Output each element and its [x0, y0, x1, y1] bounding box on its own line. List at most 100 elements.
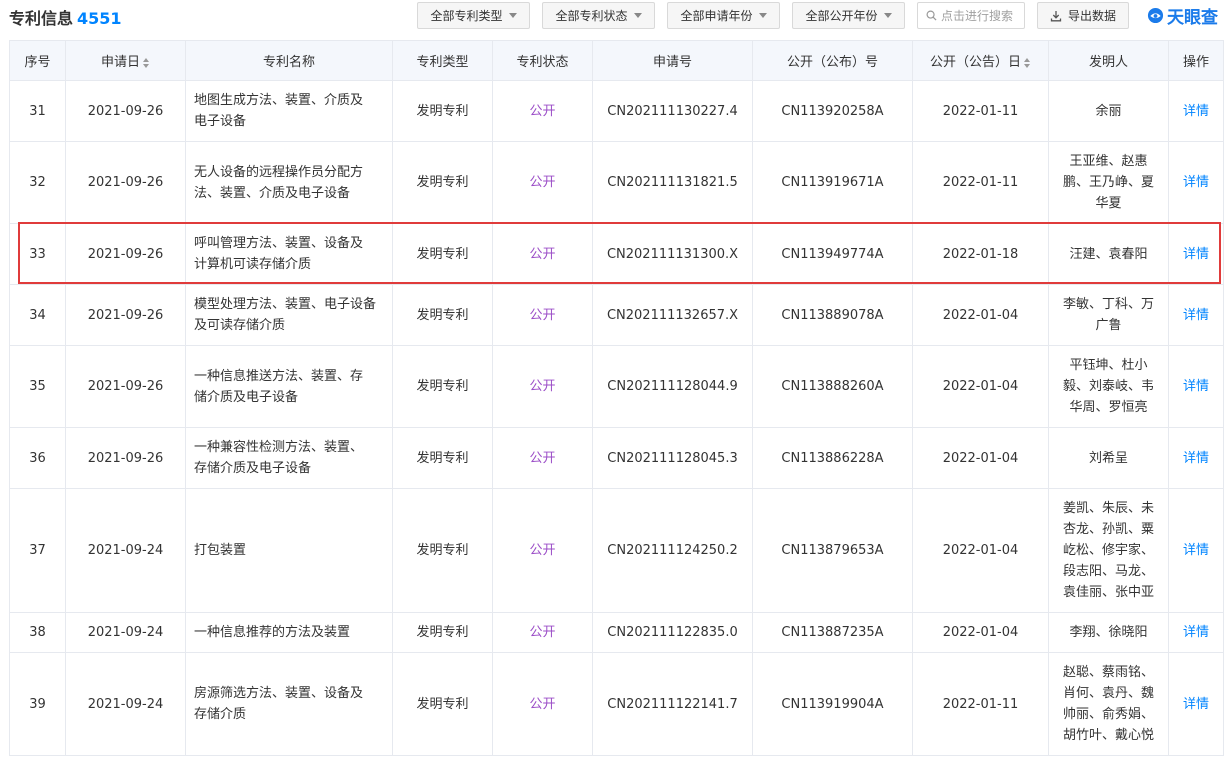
inventors: 赵聪、蔡雨铭、 肖何、袁丹、魏 帅丽、俞秀娟、 胡竹叶、戴心悦 [1048, 652, 1169, 756]
search-icon [926, 10, 937, 21]
sort-icon[interactable] [143, 57, 150, 68]
publication-number: CN113879653A [752, 488, 913, 613]
details-link[interactable]: 详情 [1168, 284, 1224, 346]
logo-text: 天眼查 [1167, 8, 1218, 28]
application-number: CN202111122835.0 [592, 612, 753, 653]
patent-status: 公开 [492, 223, 593, 285]
inventors-line: 段志阳、马龙、 [1062, 564, 1154, 579]
inventors: 李敏、丁科、万 广鲁 [1048, 284, 1169, 346]
patent-status: 公开 [492, 612, 593, 653]
column-header-status: 专利状态 [492, 40, 593, 81]
application-date: 2021-09-26 [65, 427, 186, 489]
patent-type-dropdown-label: 全部专利类型 [430, 9, 503, 23]
patent-table-container: 序号 申请日 专利名称 专利类型 专利状态 申请号 公开（公布）号 公开（公告）… [9, 40, 1224, 756]
application-date: 2021-09-24 [65, 612, 186, 653]
download-icon [1050, 10, 1062, 21]
patent-name-line: 存储介质 [194, 707, 247, 722]
patent-name: 地图生成方法、装置、介质及 电子设备 [185, 80, 393, 142]
patent-type: 发明专利 [392, 488, 493, 613]
publication-year-dropdown[interactable]: 全部公开年份 [792, 2, 905, 29]
application-date: 2021-09-24 [65, 652, 186, 756]
patent-name-line: 呼叫管理方法、装置、设备及 [194, 236, 364, 251]
column-header-date[interactable]: 申请日 [65, 40, 186, 81]
patent-name-line: 打包装置 [194, 543, 247, 558]
column-header-app-no: 申请号 [592, 40, 753, 81]
details-link[interactable]: 详情 [1168, 427, 1224, 489]
export-button[interactable]: 导出数据 [1037, 2, 1129, 29]
patent-name: 一种信息推送方法、装置、存 储介质及电子设备 [185, 345, 393, 428]
details-link[interactable]: 详情 [1168, 80, 1224, 142]
sort-icon[interactable] [1024, 57, 1031, 68]
row-number: 39 [9, 652, 66, 756]
details-link[interactable]: 详情 [1168, 141, 1224, 224]
patent-type: 发明专利 [392, 652, 493, 756]
application-date: 2021-09-26 [65, 141, 186, 224]
publication-date: 2022-01-04 [912, 427, 1049, 489]
logo[interactable]: 天眼查 [1147, 3, 1218, 28]
table-row: 39 2021-09-24 房源筛选方法、装置、设备及 存储介质 发明专利 公开 CN202… [9, 652, 1224, 756]
inventors-line: 华夏 [1095, 196, 1122, 211]
inventors-line: 杏龙、孙凯、粟 [1062, 522, 1154, 537]
patent-name-line: 法、装置、介质及电子设备 [194, 185, 351, 201]
patent-type-dropdown[interactable]: 全部专利类型 [417, 2, 530, 29]
patent-name-line: 地图生成方法、装置、介质及 [194, 93, 364, 108]
details-link[interactable]: 详情 [1168, 345, 1224, 428]
patent-status-dropdown[interactable]: 全部专利状态 [542, 2, 655, 29]
inventors-line: 肖何、袁丹、魏 [1062, 686, 1154, 701]
inventors-line: 袁佳丽、张中亚 [1062, 585, 1154, 600]
application-number: CN202111122141.7 [592, 652, 753, 756]
inventors-line: 毅、刘泰岐、韦 [1062, 379, 1154, 394]
row-number: 35 [9, 345, 66, 428]
publication-number: CN113919671A [752, 141, 913, 224]
patent-name-line: 计算机可读存储介质 [194, 257, 312, 272]
application-number: CN202111131300.X [592, 223, 753, 285]
caret-down-icon [883, 13, 892, 18]
table-row: 38 2021-09-24 一种信息推荐的方法及装置 发明专利 公开 CN20211112… [9, 612, 1224, 653]
row-number: 37 [9, 488, 66, 613]
patent-name-line: 储介质及电子设备 [194, 389, 299, 405]
publication-year-dropdown-label: 全部公开年份 [805, 9, 878, 23]
filter-bar: 全部专利类型 全部专利状态 全部申请年份 全部公开年份 点击进行搜索 导出数据 [0, 2, 1231, 32]
details-link[interactable]: 详情 [1168, 223, 1224, 285]
inventors-line: 广鲁 [1095, 318, 1122, 333]
inventors-line: 刘希呈 [1088, 450, 1128, 466]
publication-date: 2022-01-11 [912, 141, 1049, 224]
inventors: 余丽 [1048, 80, 1169, 142]
application-date: 2021-09-26 [65, 223, 186, 285]
patent-status: 公开 [492, 427, 593, 489]
inventors-line: 华周、罗恒亮 [1069, 400, 1148, 415]
table-row: 34 2021-09-26 模型处理方法、装置、电子设备 及可读存储介质 发明专利 公开 C… [9, 284, 1224, 346]
publication-date: 2022-01-11 [912, 80, 1049, 142]
table-row: 33 2021-09-26 呼叫管理方法、装置、设备及 计算机可读存储介质 发明专利 公开… [9, 223, 1224, 285]
inventors-line: 余丽 [1095, 103, 1122, 119]
inventors-line: 鹏、王乃峥、夏 [1062, 175, 1154, 190]
inventors-line: 赵聪、蔡雨铭、 [1062, 665, 1154, 680]
inventors-line: 平钰坤、杜小 [1069, 358, 1148, 373]
details-link[interactable]: 详情 [1168, 488, 1224, 613]
publication-number: CN113919904A [752, 652, 913, 756]
application-date: 2021-09-24 [65, 488, 186, 613]
patent-name: 打包装置 [185, 488, 393, 613]
details-link[interactable]: 详情 [1168, 652, 1224, 756]
patent-status-dropdown-label: 全部专利状态 [555, 9, 628, 23]
patent-status: 公开 [492, 345, 593, 428]
application-year-dropdown-label: 全部申请年份 [680, 9, 753, 23]
application-year-dropdown[interactable]: 全部申请年份 [667, 2, 780, 29]
patent-name-line: 一种兼容性检测方法、装置、 [194, 440, 364, 455]
application-number: CN202111131821.5 [592, 141, 753, 224]
search-input[interactable] [941, 8, 1017, 23]
column-header-pub-date[interactable]: 公开（公告）日 [912, 40, 1049, 81]
patent-table: 序号 申请日 专利名称 专利类型 专利状态 申请号 公开（公布）号 公开（公告）… [9, 40, 1224, 756]
application-number: CN202111130227.4 [592, 80, 753, 142]
details-link[interactable]: 详情 [1168, 612, 1224, 653]
inventors-line: 王亚维、赵惠 [1069, 154, 1148, 169]
application-number: CN202111124250.2 [592, 488, 753, 613]
patent-status: 公开 [492, 141, 593, 224]
column-header-inventors: 发明人 [1048, 40, 1169, 81]
column-header-pub-no: 公开（公布）号 [752, 40, 913, 81]
search-box[interactable] [917, 2, 1025, 29]
inventors: 李翔、徐晓阳 [1048, 612, 1169, 653]
export-button-label: 导出数据 [1067, 9, 1116, 23]
publication-number: CN113886228A [752, 427, 913, 489]
patent-type: 发明专利 [392, 80, 493, 142]
